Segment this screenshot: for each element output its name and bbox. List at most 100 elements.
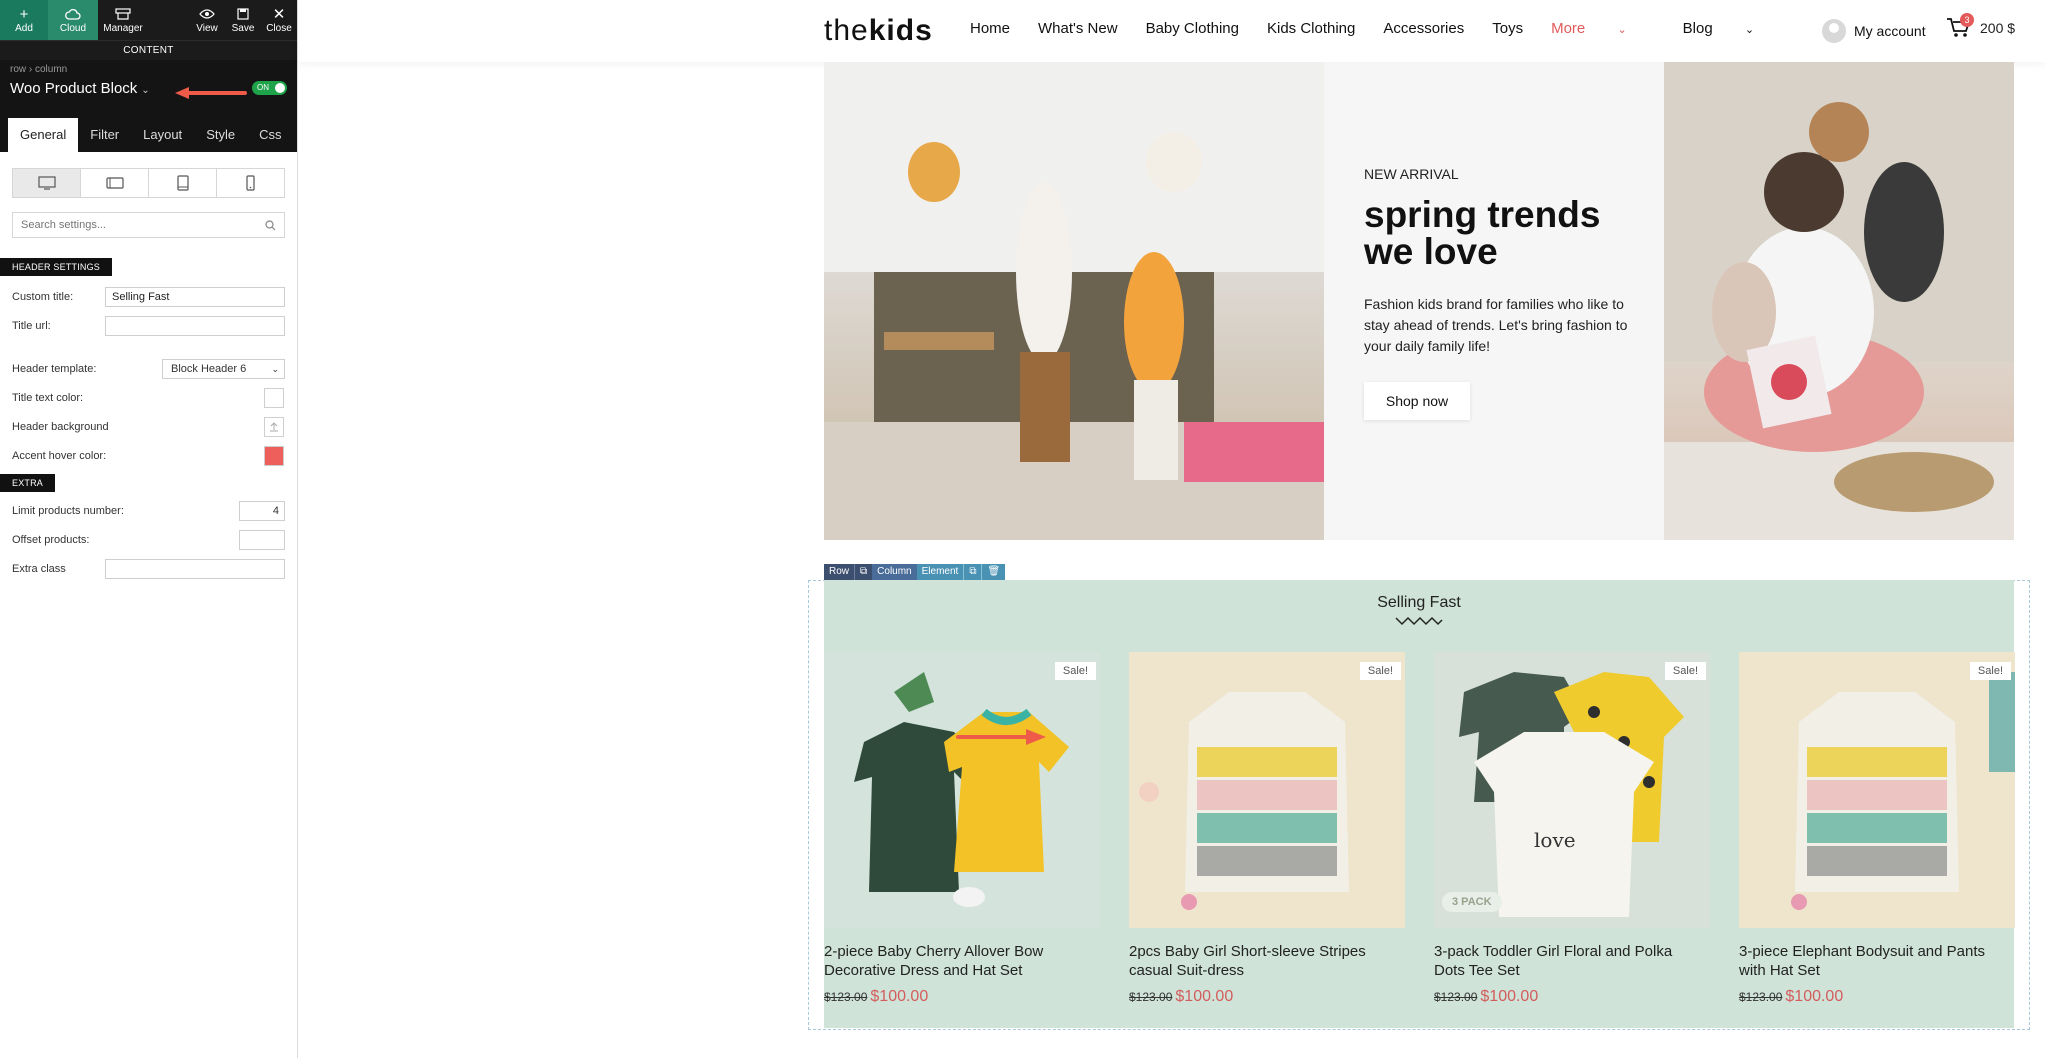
logo-light: the xyxy=(824,14,869,47)
product-name[interactable]: 2-piece Baby Cherry Allover Bow Decorati… xyxy=(824,942,1094,980)
custom-title-label: Custom title: xyxy=(12,290,74,303)
cart-total: 200 $ xyxy=(1980,20,2016,36)
my-account-label: My account xyxy=(1854,23,1926,39)
product-card[interactable]: Sale! 3-piece Elephant Bodysuit and Pant… xyxy=(1739,652,2015,1006)
product-card[interactable]: Sale! 2pcs Baby Girl Short-sleeve Stripe… xyxy=(1129,652,1405,1006)
content-strip: CONTENT xyxy=(0,40,297,60)
hero-image-mother xyxy=(1664,62,2014,540)
manager-button[interactable]: Manager xyxy=(98,0,148,40)
element-toggle[interactable]: ON xyxy=(252,81,287,95)
chevron-down-icon: ⌄ xyxy=(141,85,150,96)
manager-icon xyxy=(115,6,131,22)
mobile-device-button[interactable] xyxy=(217,169,284,197)
custom-title-field[interactable]: Selling Fast xyxy=(105,286,285,307)
nav-more[interactable]: More ⌄ xyxy=(1551,20,1655,37)
laptop-device-button[interactable] xyxy=(81,169,149,197)
title-url-field[interactable] xyxy=(105,315,285,336)
product-image[interactable]: Sale! xyxy=(1129,652,1405,928)
search-input[interactable] xyxy=(21,219,265,231)
nav-blog[interactable]: Blog ⌄ xyxy=(1683,20,1782,37)
product-image[interactable]: love Sale! 3 PACK xyxy=(1434,652,1710,928)
my-account-link[interactable]: My account xyxy=(1822,19,1926,43)
save-icon xyxy=(237,6,249,22)
settings-search[interactable] xyxy=(12,212,285,238)
search-icon xyxy=(265,219,276,230)
builder-toolbar: + Add Cloud Manager View Save ✕ Close xyxy=(0,0,297,40)
chevron-down-icon: ⌄ xyxy=(1617,24,1627,36)
sale-price: $100.00 xyxy=(1785,988,1844,1005)
tablet-landscape-icon xyxy=(105,177,124,189)
sale-badge: Sale! xyxy=(1969,662,2011,680)
product-name[interactable]: 2pcs Baby Girl Short-sleeve Stripes casu… xyxy=(1129,942,1399,980)
product-card[interactable]: Sale! 2-piece Baby Cherry Allover Bow De… xyxy=(824,652,1100,1006)
section-title: Selling Fast xyxy=(1377,594,1461,611)
product-price: $123.00 $100.00 xyxy=(1739,988,2015,1006)
sale-badge: Sale! xyxy=(1054,662,1096,680)
tab-general[interactable]: General xyxy=(8,118,79,152)
nav-accessories[interactable]: Accessories xyxy=(1383,20,1464,37)
tab-layout[interactable]: Layout xyxy=(131,118,194,152)
tab-css[interactable]: Css xyxy=(247,118,293,152)
edit-element-button[interactable]: Element xyxy=(916,564,964,580)
hero-text-block: NEW ARRIVAL spring trends we love Fashio… xyxy=(1324,62,1664,540)
extra-class-row: Extra class xyxy=(0,554,297,583)
limit-products-row: Limit products number: 4 xyxy=(0,496,297,525)
product-card[interactable]: love Sale! 3 PACK 3-pack Toddler Girl Fl… xyxy=(1434,652,1710,1006)
copy-icon[interactable]: ⧉ xyxy=(854,564,873,580)
tab-filter[interactable]: Filter xyxy=(78,118,131,152)
old-price: $123.00 xyxy=(1129,990,1173,1004)
copy-icon[interactable]: ⧉ xyxy=(963,564,982,580)
add-button[interactable]: + Add xyxy=(0,0,48,40)
save-button[interactable]: Save xyxy=(225,0,261,40)
accent-color-swatch[interactable] xyxy=(264,445,284,466)
nav-kids-clothing[interactable]: Kids Clothing xyxy=(1267,20,1355,37)
nav-whats-new[interactable]: What's New xyxy=(1038,20,1118,37)
product-name[interactable]: 3-pack Toddler Girl Floral and Polka Dot… xyxy=(1434,942,1704,980)
extra-class-label: Extra class xyxy=(12,562,66,575)
title-color-swatch[interactable] xyxy=(264,387,284,408)
header-template-select[interactable]: Block Header 6 ⌄ xyxy=(162,358,285,379)
site-logo[interactable]: thekids xyxy=(824,14,933,48)
header-background-upload[interactable] xyxy=(264,416,284,437)
element-title-label: Woo Product Block xyxy=(10,80,138,97)
tablet-device-button[interactable] xyxy=(149,169,217,197)
edit-column-button[interactable]: Column xyxy=(872,564,917,580)
trash-icon[interactable]: 🗑 xyxy=(981,564,1006,580)
custom-title-row: Custom title: Selling Fast xyxy=(0,282,297,311)
breadcrumb[interactable]: row › column xyxy=(10,64,67,75)
product-name[interactable]: 3-piece Elephant Bodysuit and Pants with… xyxy=(1739,942,2009,980)
extra-class-field[interactable] xyxy=(105,558,285,579)
header-template-row: Header template: Block Header 6 ⌄ xyxy=(0,354,297,383)
plus-icon: + xyxy=(19,5,29,23)
desktop-device-button[interactable] xyxy=(13,169,81,197)
cloud-icon xyxy=(65,6,81,22)
hero-photo-placeholder xyxy=(824,62,1324,540)
title-color-row: Title text color: xyxy=(0,383,297,412)
element-title[interactable]: Woo Product Block ⌄ xyxy=(10,80,150,97)
settings-tabs: General Filter Layout Style Css xyxy=(8,118,293,152)
edit-row-button[interactable]: Row xyxy=(824,564,855,580)
product-block: Selling Fast Sale! 2-piece Baby Cherry A… xyxy=(824,580,2015,1028)
product-photo-placeholder xyxy=(1139,692,1349,910)
product-image[interactable]: Sale! xyxy=(824,652,1100,928)
limit-products-field[interactable]: 4 xyxy=(239,500,285,521)
header-background-label: Header background xyxy=(12,420,109,433)
avatar xyxy=(1822,19,1846,43)
view-button[interactable]: View xyxy=(189,0,225,40)
nav-more-label: More xyxy=(1551,20,1586,37)
nav-baby-clothing[interactable]: Baby Clothing xyxy=(1146,20,1239,37)
nav-home[interactable]: Home xyxy=(970,20,1010,37)
nav-toys[interactable]: Toys xyxy=(1492,20,1523,37)
tab-style[interactable]: Style xyxy=(194,118,247,152)
offset-products-label: Offset products: xyxy=(12,533,90,546)
shop-now-button[interactable]: Shop now xyxy=(1364,382,1470,420)
offset-products-field[interactable] xyxy=(239,529,285,550)
product-photo-placeholder: love xyxy=(1459,672,1684,917)
cloud-button[interactable]: Cloud xyxy=(48,0,98,40)
close-button[interactable]: ✕ Close xyxy=(261,0,297,40)
tablet-icon xyxy=(176,175,189,191)
product-price: $123.00 $100.00 xyxy=(1434,988,1710,1006)
product-image[interactable]: Sale! xyxy=(1739,652,2015,928)
cart-link[interactable]: 3 200 $ xyxy=(1946,13,2016,39)
header-background-row: Header background xyxy=(0,412,297,441)
